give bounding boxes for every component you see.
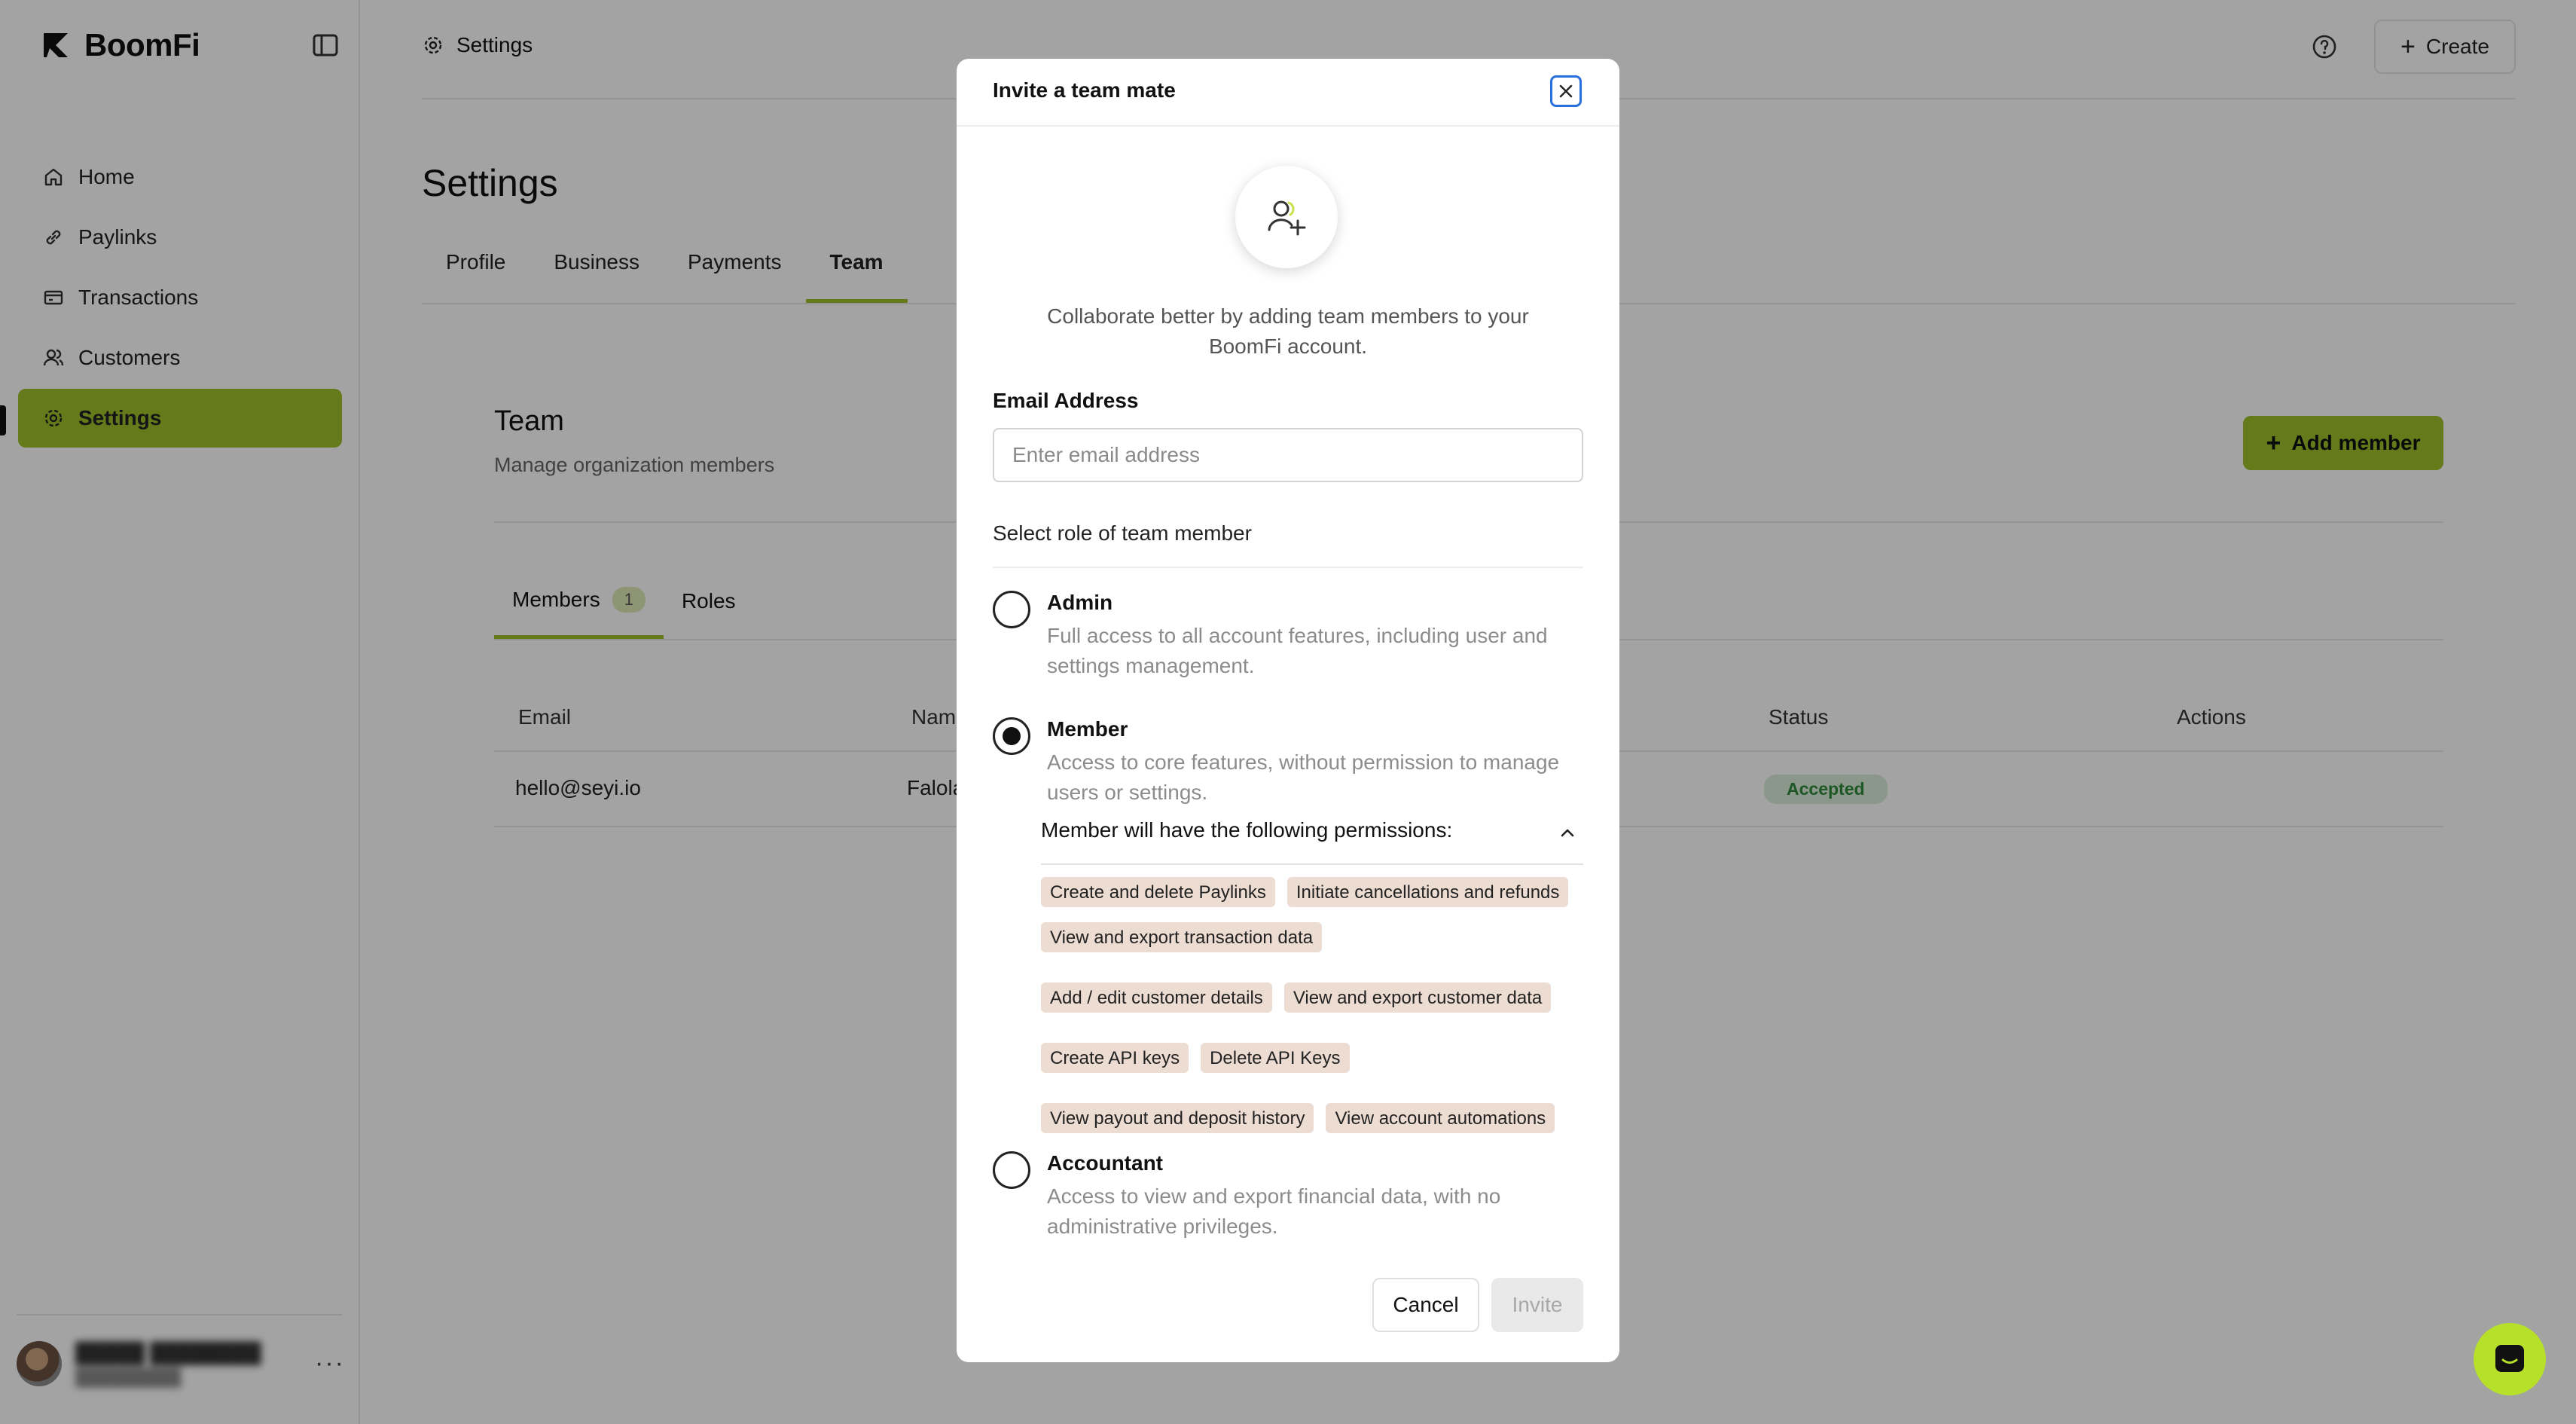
modal-intro: Collaborate better by adding team member… — [1047, 304, 1529, 358]
user-plus-icon — [1268, 200, 1306, 236]
email-field[interactable] — [993, 428, 1583, 482]
modal-header: Invite a team mate — [957, 59, 1619, 127]
divider — [993, 567, 1583, 568]
permissions-list: Create and delete Paylinks Initiate canc… — [1041, 877, 1591, 1133]
permission-chip: Create API keys — [1041, 1043, 1189, 1073]
permission-chip: Delete API Keys — [1201, 1043, 1350, 1073]
role-name: Admin — [1047, 591, 1113, 614]
chat-icon — [2495, 1345, 2524, 1372]
permission-chip: Add / edit customer details — [1041, 982, 1272, 1013]
permission-chip: View and export transaction data — [1041, 922, 1323, 952]
role-description: Access to core features, without permiss… — [1047, 750, 1560, 804]
accountant-radio[interactable] — [993, 1151, 1030, 1189]
permission-chip: View and export customer data — [1283, 982, 1552, 1013]
chat-support-button[interactable] — [2474, 1323, 2546, 1395]
invite-button[interactable]: Invite — [1491, 1278, 1583, 1332]
chevron-up-icon — [1561, 829, 1574, 837]
permission-chip: Create and delete Paylinks — [1041, 877, 1275, 907]
cancel-button[interactable]: Cancel — [1372, 1278, 1479, 1332]
permission-chip: View payout and deposit history — [1041, 1103, 1314, 1133]
permission-chip: View account automations — [1326, 1103, 1555, 1133]
modal-title: Invite a team mate — [993, 78, 1176, 102]
member-radio[interactable] — [993, 717, 1030, 755]
role-name: Member — [1047, 717, 1128, 741]
role-description: Full access to all account features, inc… — [1047, 624, 1548, 677]
role-description: Access to view and export financial data… — [1047, 1184, 1501, 1238]
admin-radio[interactable] — [993, 591, 1030, 628]
invite-illustration — [1235, 166, 1338, 268]
permission-chip: Initiate cancellations and refunds — [1286, 877, 1569, 907]
invite-modal: Invite a team mate Collaborate better by… — [957, 59, 1619, 1362]
permissions-header: Member will have the following permissio… — [1041, 818, 1453, 842]
close-button[interactable] — [1550, 75, 1582, 107]
email-label: Email Address — [993, 389, 1139, 412]
close-icon — [1559, 84, 1573, 98]
role-name: Accountant — [1047, 1151, 1163, 1175]
role-label: Select role of team member — [993, 521, 1252, 545]
permissions-toggle[interactable]: Member will have the following permissio… — [1041, 818, 1583, 865]
